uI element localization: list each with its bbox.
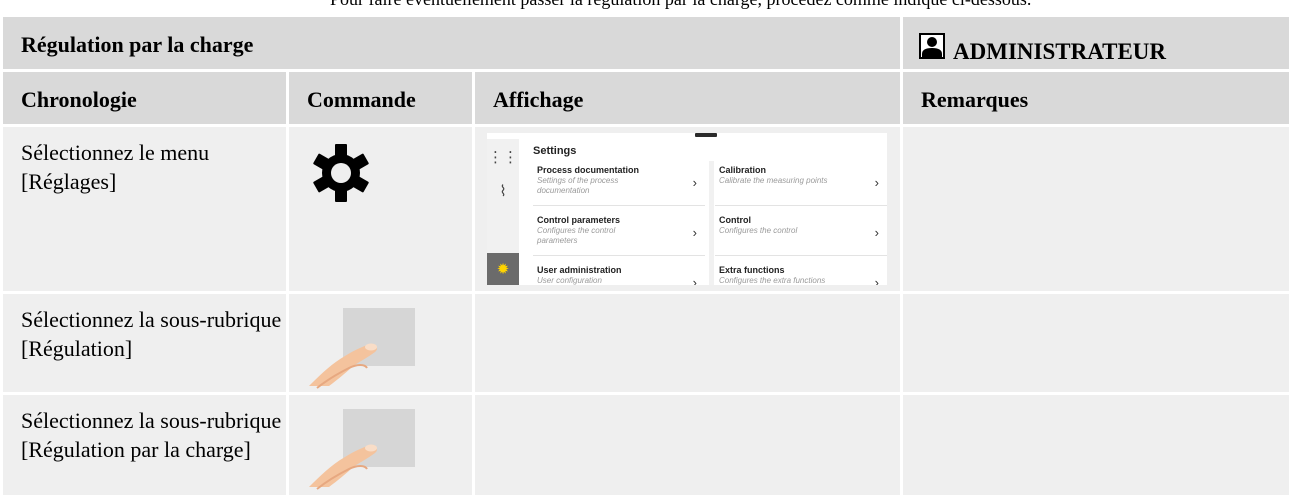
- chevron-right-icon: ›: [874, 225, 879, 240]
- title-row: Régulation par la charge ADMINISTRATEUR: [3, 17, 1289, 69]
- section-title-cell: Régulation par la charge: [3, 17, 901, 69]
- procedure-table: Régulation par la charge ADMINISTRATEUR …: [0, 14, 1289, 498]
- touch-finger-icon: [309, 409, 415, 490]
- tile-separator: [709, 161, 714, 285]
- intro-text: Pour faire éventuellement passer la régu…: [330, 0, 1031, 10]
- affichage-cell: [475, 294, 901, 392]
- tile-user-administration[interactable]: User administration User configuration ›: [533, 261, 705, 285]
- table-row: Sélectionnez le menu [Réglages] ⋮⋮ ⌇ ✹ S…: [3, 127, 1289, 291]
- touch-finger-icon: [309, 308, 415, 389]
- chevron-right-icon: ›: [692, 175, 697, 190]
- remarques-cell: [903, 395, 1289, 495]
- tile-calibration[interactable]: Calibration Calibrate the measuring poin…: [715, 161, 887, 206]
- column-header-commande: Commande: [289, 72, 472, 124]
- chart-icon[interactable]: ⌇: [487, 175, 519, 207]
- chevron-right-icon: ›: [692, 275, 697, 285]
- user-role-cell: ADMINISTRATEUR: [903, 17, 1289, 69]
- chevron-right-icon: ›: [692, 225, 697, 240]
- tile-control[interactable]: Control Configures the control ›: [715, 211, 887, 256]
- tile-process-documentation[interactable]: Process documentation Settings of the pr…: [533, 161, 705, 206]
- screen-sidebar: ⋮⋮ ⌇ ✹: [487, 139, 519, 285]
- chronologie-cell: Sélectionnez la sous-rubrique [Régulatio…: [3, 294, 286, 392]
- person-icon: [919, 33, 946, 59]
- table-row: Sélectionnez la sous-rubrique [Régulatio…: [3, 294, 1289, 392]
- affichage-cell: [475, 395, 901, 495]
- chronologie-cell: Sélectionnez la sous-rubrique [Régulatio…: [3, 395, 286, 495]
- table-row: Sélectionnez la sous-rubrique [Régulatio…: [3, 395, 1289, 495]
- gear-icon: [313, 144, 369, 202]
- apps-grid-icon[interactable]: ⋮⋮: [487, 141, 519, 173]
- chevron-right-icon: ›: [874, 175, 879, 190]
- settings-gear-icon[interactable]: ✹: [487, 253, 519, 285]
- affichage-cell: ⋮⋮ ⌇ ✹ Settings Process documentation Se…: [475, 127, 901, 291]
- chronologie-cell: Sélectionnez le menu [Réglages]: [3, 127, 286, 291]
- column-header-row: Chronologie Commande Affichage Remarques: [3, 72, 1289, 124]
- commande-cell: [289, 395, 472, 495]
- column-header-chronologie: Chronologie: [3, 72, 286, 124]
- chevron-right-icon: ›: [874, 275, 879, 285]
- column-header-remarques: Remarques: [903, 72, 1289, 124]
- screen-title: Settings: [533, 145, 577, 157]
- commande-cell: [289, 294, 472, 392]
- section-title: Régulation par la charge: [21, 32, 254, 57]
- user-role-label: ADMINISTRATEUR: [953, 39, 1167, 64]
- tile-control-parameters[interactable]: Control parameters Configures the contro…: [533, 211, 705, 256]
- remarques-cell: [903, 127, 1289, 291]
- column-header-affichage: Affichage: [475, 72, 901, 124]
- commande-cell: [289, 127, 472, 291]
- remarques-cell: [903, 294, 1289, 392]
- tile-extra-functions[interactable]: Extra functions Configures the extra fun…: [715, 261, 887, 285]
- intro-text-strip: Pour faire éventuellement passer la régu…: [0, 0, 1289, 14]
- settings-screen: ⋮⋮ ⌇ ✹ Settings Process documentation Se…: [487, 133, 887, 285]
- screen-notch: [695, 133, 717, 137]
